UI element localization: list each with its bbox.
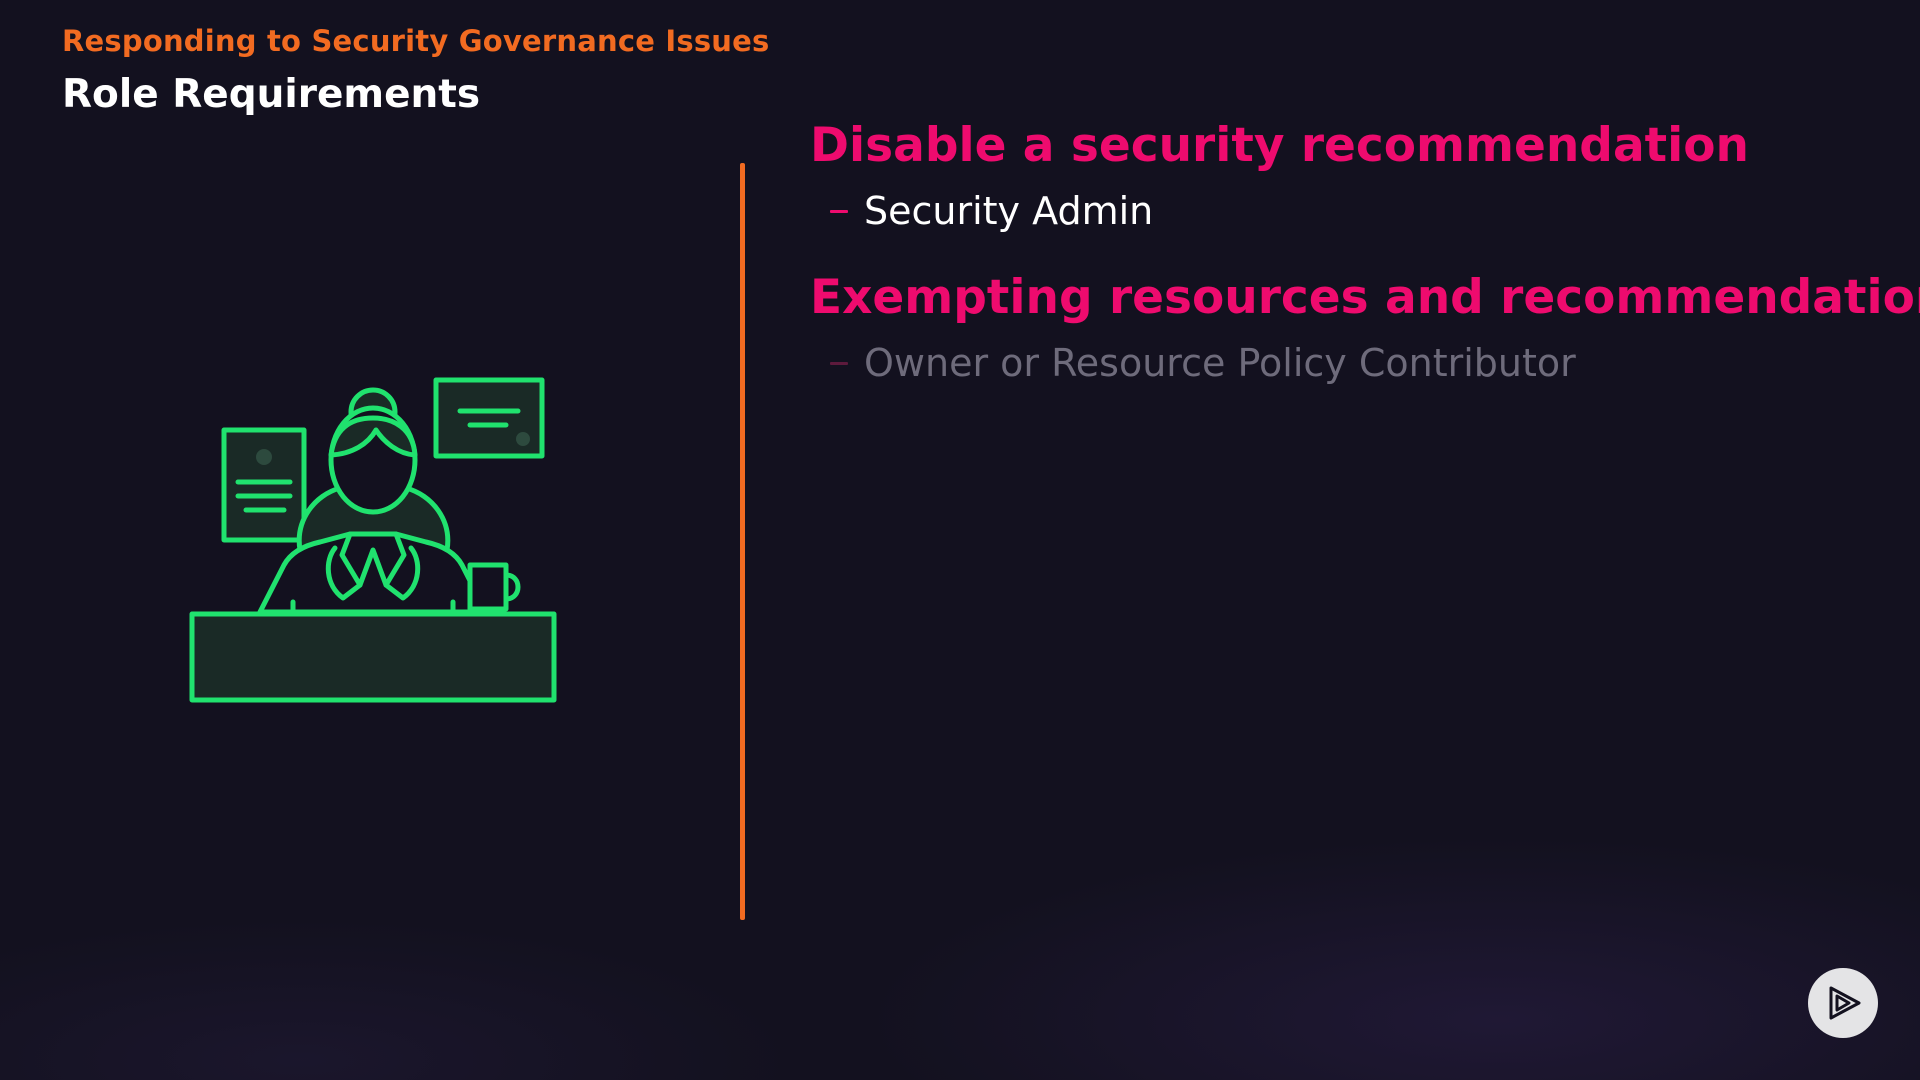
slide-title: Role Requirements [62,72,481,117]
item-role: Security Admin [830,186,1860,236]
item-heading: Disable a security recommendation [810,118,1749,173]
slide: Responding to Security Governance Issues… [0,0,1920,1080]
dash-icon [830,209,848,213]
play-logo-icon[interactable] [1808,968,1878,1038]
list-item: Disable a security recommendation Securi… [810,116,1860,236]
item-heading: Exempting resources and recommendations [810,270,1920,325]
course-title: Responding to Security Governance Issues [62,24,770,58]
content-list: Disable a security recommendation Securi… [810,116,1920,420]
list-item: Exempting resources and recommendations … [810,268,1920,388]
vertical-divider [740,163,745,920]
item-role-label: Security Admin [864,189,1154,233]
dash-icon [830,361,848,365]
item-role-label: Owner or Resource Policy Contributor [864,341,1576,385]
item-role: Owner or Resource Policy Contributor [830,338,1860,388]
office-worker-at-desk-icon [180,370,570,710]
